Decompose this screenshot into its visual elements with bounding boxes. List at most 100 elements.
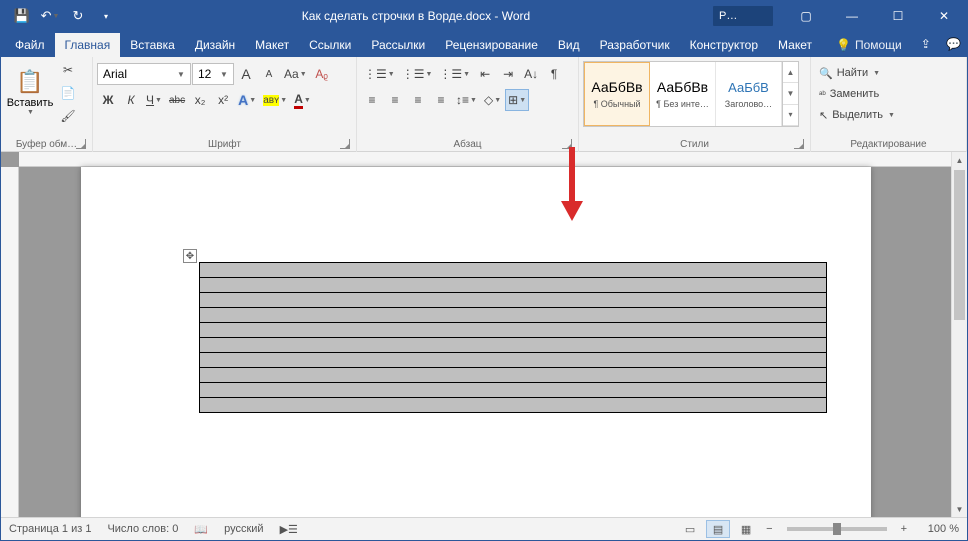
- vertical-ruler[interactable]: [1, 167, 19, 517]
- cut-button[interactable]: ✂: [57, 59, 79, 81]
- tell-me[interactable]: 💡Помощи: [826, 33, 912, 57]
- font-size-combo[interactable]: 12▼: [192, 63, 234, 85]
- bold-button[interactable]: Ж: [97, 89, 119, 111]
- align-center-button[interactable]: ≡: [384, 89, 406, 111]
- copy-button[interactable]: 📄: [57, 82, 79, 104]
- tab-view[interactable]: Вид: [548, 33, 590, 57]
- style-heading1[interactable]: АаБбВ Заголово…: [716, 62, 782, 126]
- dialog-launcher-icon[interactable]: [76, 139, 86, 149]
- tab-references[interactable]: Ссылки: [299, 33, 361, 57]
- paste-button[interactable]: 📋 Вставить ▼: [5, 59, 55, 125]
- table-row[interactable]: [200, 323, 827, 338]
- select-button[interactable]: ↖Выделить▼: [815, 105, 899, 125]
- shading-button[interactable]: ◇▼: [481, 89, 504, 111]
- tab-file[interactable]: Файл: [5, 33, 55, 57]
- table-cell[interactable]: [200, 278, 827, 293]
- zoom-level[interactable]: 100 %: [915, 523, 959, 535]
- increase-indent-button[interactable]: ⇥: [497, 63, 519, 85]
- superscript-button[interactable]: x²: [212, 89, 234, 111]
- tab-insert[interactable]: Вставка: [120, 33, 185, 57]
- table-cell[interactable]: [200, 263, 827, 278]
- dialog-launcher-icon[interactable]: [340, 139, 350, 149]
- table-move-handle[interactable]: ✥: [183, 249, 197, 263]
- subscript-button[interactable]: x₂: [189, 89, 211, 111]
- align-left-button[interactable]: ≡: [361, 89, 383, 111]
- table-cell[interactable]: [200, 308, 827, 323]
- sort-button[interactable]: A↓: [520, 63, 542, 85]
- font-color-button[interactable]: A▼: [291, 89, 314, 111]
- comments-button[interactable]: 💬: [940, 31, 968, 57]
- styles-more[interactable]: ▲▼▾: [782, 62, 798, 126]
- document-table[interactable]: [199, 262, 827, 413]
- redo-button[interactable]: ↻: [65, 3, 91, 29]
- table-cell[interactable]: [200, 353, 827, 368]
- format-painter-button[interactable]: 🖌: [57, 105, 79, 127]
- table-row[interactable]: [200, 278, 827, 293]
- italic-button[interactable]: К: [120, 89, 142, 111]
- print-layout-button[interactable]: ▤: [706, 520, 730, 538]
- user-badge[interactable]: P…: [713, 6, 773, 26]
- table-row[interactable]: [200, 338, 827, 353]
- clear-formatting-button[interactable]: Aᵨ: [311, 63, 333, 85]
- scroll-up-button[interactable]: ▲: [952, 152, 967, 168]
- language-indicator[interactable]: русский: [224, 523, 263, 535]
- table-row[interactable]: [200, 263, 827, 278]
- grow-font-button[interactable]: A: [235, 63, 257, 85]
- decrease-indent-button[interactable]: ⇤: [474, 63, 496, 85]
- numbering-button[interactable]: ⋮☰▼: [399, 63, 436, 85]
- text-effects-button[interactable]: A▼: [235, 89, 259, 111]
- replace-button[interactable]: ᵃᵇЗаменить: [815, 84, 883, 104]
- table-cell[interactable]: [200, 293, 827, 308]
- maximize-button[interactable]: ☐: [875, 1, 921, 31]
- table-row[interactable]: [200, 293, 827, 308]
- table-cell[interactable]: [200, 323, 827, 338]
- borders-button[interactable]: ⊞▼: [505, 89, 529, 111]
- strikethrough-button[interactable]: abc: [166, 89, 188, 111]
- change-case-button[interactable]: Aa▼: [281, 63, 310, 85]
- table-cell[interactable]: [200, 398, 827, 413]
- tab-table-design[interactable]: Конструктор: [680, 33, 768, 57]
- dialog-launcher-icon[interactable]: [562, 139, 572, 149]
- line-spacing-button[interactable]: ↕≡▼: [453, 89, 480, 111]
- page-indicator[interactable]: Страница 1 из 1: [9, 523, 91, 535]
- table-row[interactable]: [200, 398, 827, 413]
- scroll-thumb[interactable]: [954, 170, 965, 320]
- table-cell[interactable]: [200, 383, 827, 398]
- styles-gallery[interactable]: АаБбВв ¶ Обычный АаБбВв ¶ Без инте… АаБб…: [583, 61, 799, 127]
- qat-customize[interactable]: ▾: [93, 3, 119, 29]
- tab-home[interactable]: Главная: [55, 33, 121, 57]
- read-mode-button[interactable]: ▭: [678, 520, 702, 538]
- table-row[interactable]: [200, 353, 827, 368]
- close-button[interactable]: ✕: [921, 1, 967, 31]
- underline-button[interactable]: Ч▼: [143, 89, 165, 111]
- find-button[interactable]: 🔍Найти▼: [815, 63, 884, 83]
- font-name-combo[interactable]: Arial▼: [97, 63, 191, 85]
- tab-layout[interactable]: Макет: [245, 33, 299, 57]
- tab-review[interactable]: Рецензирование: [435, 33, 548, 57]
- macro-icon[interactable]: ▶☰: [280, 523, 298, 536]
- share-button[interactable]: ⇪: [912, 31, 940, 57]
- multilevel-button[interactable]: ⋮☰▼: [436, 63, 473, 85]
- show-marks-button[interactable]: ¶: [543, 63, 565, 85]
- word-count[interactable]: Число слов: 0: [107, 523, 178, 535]
- table-cell[interactable]: [200, 338, 827, 353]
- dialog-launcher-icon[interactable]: [794, 139, 804, 149]
- shrink-font-button[interactable]: A: [258, 63, 280, 85]
- web-layout-button[interactable]: ▦: [734, 520, 758, 538]
- tab-mailings[interactable]: Рассылки: [361, 33, 435, 57]
- scroll-down-button[interactable]: ▼: [952, 501, 967, 517]
- style-no-spacing[interactable]: АаБбВв ¶ Без инте…: [650, 62, 716, 126]
- table-row[interactable]: [200, 308, 827, 323]
- tab-design[interactable]: Дизайн: [185, 33, 245, 57]
- bullets-button[interactable]: ⋮☰▼: [361, 63, 398, 85]
- save-button[interactable]: 💾: [9, 3, 35, 29]
- tab-table-layout[interactable]: Макет: [768, 33, 822, 57]
- tab-developer[interactable]: Разработчик: [590, 33, 680, 57]
- table-row[interactable]: [200, 383, 827, 398]
- zoom-out-button[interactable]: −: [762, 523, 776, 535]
- highlight-button[interactable]: aʙʏ▼: [260, 89, 290, 111]
- zoom-slider[interactable]: [787, 527, 887, 531]
- vertical-scrollbar[interactable]: ▲ ▼: [951, 152, 967, 517]
- ribbon-display-options[interactable]: ▢: [783, 1, 829, 31]
- zoom-in-button[interactable]: +: [897, 523, 911, 535]
